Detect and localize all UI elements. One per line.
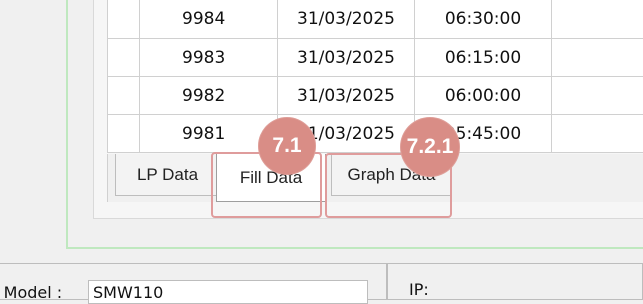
table-row[interactable]: 9981 31/03/2025 05:45:00 [108, 114, 643, 152]
model-input[interactable]: SMW110 [88, 280, 368, 304]
tab-strip: LP Data Fill Data Graph Data [107, 154, 643, 202]
ip-label: IP: [409, 280, 429, 299]
tab-lp-data[interactable]: LP Data [115, 154, 220, 196]
model-label: r Model : [0, 283, 63, 302]
row-extra-cell [552, 77, 643, 114]
row-extra-cell [552, 0, 643, 38]
data-grid[interactable]: 9984 31/03/2025 06:30:00 9983 31/03/2025… [107, 0, 643, 153]
row-id-cell: 9982 [140, 77, 278, 114]
bottom-panel: r Model : SMW110 IP: [0, 256, 643, 304]
row-date-cell: 31/03/2025 [278, 77, 415, 114]
row-date-cell: 31/03/2025 [278, 0, 415, 38]
table-row[interactable]: 9982 31/03/2025 06:00:00 [108, 76, 643, 114]
callout-badge-fill-data: 7.1 [258, 117, 316, 175]
row-time-cell: 06:00:00 [415, 77, 552, 114]
data-window: · · · · · 9984 31/03/2025 06:30:00 9983 … [0, 0, 643, 256]
row-selector[interactable] [108, 115, 140, 152]
row-id-cell: 9983 [140, 39, 278, 76]
row-time-cell: 06:15:00 [415, 39, 552, 76]
row-extra-cell [552, 39, 643, 76]
row-date-cell: 31/03/2025 [278, 39, 415, 76]
row-selector[interactable] [108, 0, 140, 38]
row-time-cell: 06:30:00 [415, 0, 552, 38]
row-selector[interactable] [108, 39, 140, 76]
callout-badge-graph-data: 7.2.1 [400, 117, 460, 177]
table-row[interactable]: 9984 31/03/2025 06:30:00 [108, 0, 643, 38]
table-row[interactable]: 9983 31/03/2025 06:15:00 [108, 38, 643, 76]
row-selector[interactable] [108, 77, 140, 114]
row-id-cell: 9984 [140, 0, 278, 38]
row-extra-cell [552, 115, 643, 152]
